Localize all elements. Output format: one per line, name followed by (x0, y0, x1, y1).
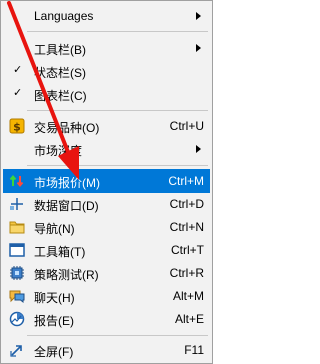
checkmark-icon: ✓ (13, 64, 23, 76)
menu-item-label: 图表栏(C) (34, 89, 87, 103)
menu-item-chat[interactable]: 聊天(H) Alt+M (3, 284, 210, 308)
menu-item-chart-bar[interactable]: ✓ 图表栏(C) (3, 82, 210, 106)
menu-separator (27, 110, 208, 111)
menu-item-label: 聊天(H) (34, 291, 75, 305)
checkmark-icon: ✓ (13, 87, 23, 99)
market-watch-arrows-icon (9, 174, 24, 188)
menu-item-shortcut: Ctrl+M (168, 174, 204, 188)
menu-item-toolbox[interactable]: 工具箱(T) Ctrl+T (3, 238, 210, 262)
menu-item-label: 工具栏(B) (34, 43, 86, 57)
chat-bubble-icon (9, 290, 25, 304)
menu-separator (27, 335, 208, 336)
menu-item-label: 工具箱(T) (34, 245, 86, 259)
menu-item-label: 全屏(F) (34, 345, 74, 359)
menu-item-label: 导航(N) (34, 222, 75, 236)
menu-item-shortcut: Alt+M (172, 289, 204, 303)
submenu-arrow-icon (196, 145, 201, 153)
menu-item-label: 报告(E) (34, 314, 74, 328)
menu-item-shortcut: Ctrl+R (169, 266, 204, 280)
menu-item-languages[interactable]: Languages (3, 4, 210, 28)
menu-item-shortcut: Alt+E (174, 312, 204, 326)
menu-item-market-watch[interactable]: 市场报价(M) Ctrl+M (3, 169, 210, 193)
menu-item-full-screen[interactable]: 全屏(F) F11 (3, 338, 210, 362)
report-icon (9, 311, 25, 327)
folder-icon (9, 221, 25, 234)
menu-item-shortcut: Ctrl+N (169, 220, 204, 234)
submenu-arrow-icon (196, 12, 201, 20)
crosshair-icon (10, 198, 23, 210)
menu-item-symbols[interactable]: $ 交易品种(O) Ctrl+U (3, 114, 210, 138)
menu-item-label: 状态栏(S) (34, 66, 86, 80)
menu-item-market-depth[interactable]: 市场深度 (3, 137, 210, 161)
menu-item-label: 策略测试(R) (34, 268, 99, 282)
menu-item-shortcut: Ctrl+U (169, 119, 204, 133)
fullscreen-icon (10, 345, 22, 357)
svg-text:$: $ (13, 121, 21, 134)
menu-item-toolbars[interactable]: 工具栏(B) (3, 36, 210, 60)
dollar-icon: $ (9, 118, 25, 134)
menu-item-reports[interactable]: 报告(E) Alt+E (3, 307, 210, 331)
menu-item-shortcut: Ctrl+T (171, 243, 204, 257)
menu-item-label: 数据窗口(D) (34, 199, 99, 213)
menu-separator (27, 31, 208, 32)
menu-item-status-bar[interactable]: ✓ 状态栏(S) (3, 59, 210, 83)
menu-item-data-window[interactable]: 数据窗口(D) Ctrl+D (3, 192, 210, 216)
menu-item-shortcut: Ctrl+D (169, 197, 204, 211)
menu-item-shortcut: F11 (184, 343, 204, 357)
menu-item-strategy-tester[interactable]: 策略测试(R) Ctrl+R (3, 261, 210, 285)
menu-separator (27, 165, 208, 166)
submenu-arrow-icon (196, 44, 201, 52)
menu-item-label: Languages (34, 9, 94, 23)
menu-item-label: 市场报价(M) (34, 176, 100, 190)
menu-item-label: 市场深度 (34, 144, 83, 158)
chip-icon (10, 266, 24, 280)
view-menu: Languages 工具栏(B) ✓ 状态栏(S) ✓ 图表栏(C) $ 交易品… (0, 0, 213, 364)
menu-item-label: 交易品种(O) (34, 121, 100, 135)
toolbox-icon (9, 243, 25, 257)
menu-item-navigator[interactable]: 导航(N) Ctrl+N (3, 215, 210, 239)
